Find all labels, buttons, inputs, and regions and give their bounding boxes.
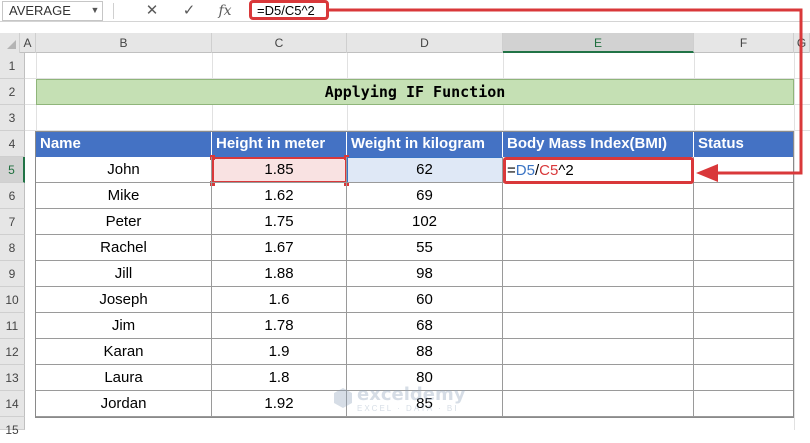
- watermark: exceldemy EXCEL · DATA · BI: [333, 384, 503, 414]
- annotation-arrow-head: [696, 164, 718, 182]
- watermark-logo-icon: [334, 388, 352, 408]
- watermark-name: exceldemy: [357, 384, 466, 405]
- watermark-subtitle: EXCEL · DATA · BI: [357, 404, 459, 413]
- annotation-arrow: [329, 8, 803, 182]
- annotation-arrow-line: [329, 8, 803, 175]
